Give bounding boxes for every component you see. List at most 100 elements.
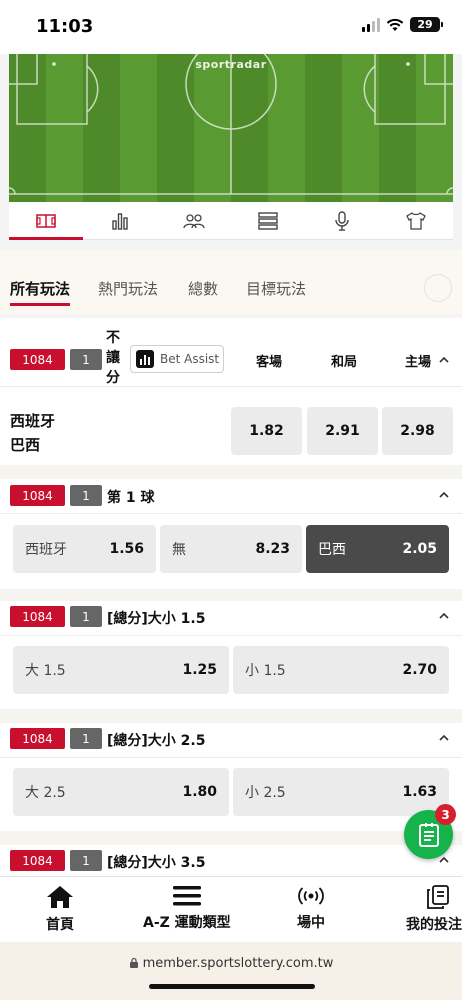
market-title: [總分]大小 1.5: [107, 611, 206, 627]
market-first-goal: 1084 1 第 1 球 西班牙 1.56 無 8.23 巴西 2.05: [0, 479, 462, 589]
chevron-up-icon[interactable]: [438, 489, 450, 501]
chevron-up-icon[interactable]: [438, 610, 450, 622]
option-label: 小 1.5: [245, 663, 286, 679]
market-title: [總分]大小 3.5: [107, 855, 206, 871]
bet-assist-button[interactable]: Bet Assist: [130, 345, 224, 373]
tab-list[interactable]: [231, 202, 305, 239]
market-category-tabs: 所有玩法 熱門玩法 總數 目標玩法: [0, 250, 462, 314]
tab-pitch[interactable]: [9, 202, 83, 240]
column-home: 主場: [405, 355, 432, 370]
browser-url-bar: member.sportslottery.com.tw: [0, 942, 462, 1000]
battery-indicator: 29: [410, 17, 443, 32]
bet-slip-icon: [418, 822, 439, 847]
odds-under-button[interactable]: 小 2.5 1.63: [233, 768, 449, 816]
odds-under-button[interactable]: 小 1.5 2.70: [233, 646, 449, 694]
tab-team[interactable]: [379, 202, 453, 239]
lineup-icon: [183, 213, 205, 228]
option-label: 無: [172, 542, 186, 558]
odds-value: 1.82: [249, 423, 284, 439]
tab-goal-markets[interactable]: 目標玩法: [246, 278, 306, 299]
brand-logo: sportradar: [195, 58, 267, 71]
pitch-lines: [9, 54, 453, 195]
divider: [0, 635, 462, 636]
more-tabs-button[interactable]: [424, 274, 452, 302]
bottom-navigation: 首頁 A-Z 運動類型 場中 我的投注: [0, 876, 462, 942]
option-odds: 2.70: [402, 662, 437, 678]
home-indicator[interactable]: [149, 984, 315, 989]
option-label: 小 2.5: [245, 785, 286, 801]
market-code-tag: 1084: [10, 850, 65, 871]
section-gap: [0, 465, 462, 479]
nav-live[interactable]: 場中: [297, 885, 325, 932]
odds-value: 2.98: [400, 423, 435, 439]
status-icons: 29: [362, 17, 443, 32]
market-number-tag: 1: [70, 850, 102, 871]
nav-sports-az-label: A-Z 運動類型: [143, 915, 231, 931]
nav-home[interactable]: 首頁: [46, 885, 74, 934]
market-number-tag: 1: [70, 485, 102, 506]
market-moneyline: 1084 1 不讓分 Bet Assist 客場 和局 主場 西班牙 巴西 1.…: [0, 318, 462, 465]
url-text: member.sportslottery.com.tw: [142, 956, 334, 971]
team-home-name: 西班牙: [10, 412, 56, 430]
odds-value: 2.91: [325, 423, 360, 439]
odds-over-button[interactable]: 大 1.5 1.25: [13, 646, 229, 694]
status-time: 11:03: [36, 16, 94, 37]
tab-lineup[interactable]: [157, 202, 231, 239]
bets-icon: [427, 885, 449, 909]
odds-option-button[interactable]: 西班牙 1.56: [13, 525, 156, 573]
nav-my-bets[interactable]: 我的投注: [406, 885, 462, 934]
option-odds: 1.63: [402, 784, 437, 800]
option-odds: 8.23: [255, 541, 290, 557]
odds-option-button[interactable]: 無 8.23: [160, 525, 302, 573]
nav-home-label: 首頁: [46, 917, 74, 933]
nav-live-label: 場中: [297, 915, 325, 931]
divider: [0, 386, 462, 387]
menu-icon: [172, 886, 201, 906]
option-label: 西班牙: [25, 542, 67, 558]
nav-sports-az[interactable]: A-Z 運動類型: [143, 885, 231, 932]
bar-chart-icon: [112, 212, 128, 230]
chevron-up-icon[interactable]: [438, 732, 450, 744]
tab-totals[interactable]: 總數: [188, 278, 218, 299]
bet-assist-label: Bet Assist: [160, 352, 220, 366]
market-title: [總分]大小 2.5: [107, 733, 206, 749]
market-code-tag: 1084: [10, 349, 65, 370]
tab-popular-markets[interactable]: 熱門玩法: [98, 278, 158, 299]
tab-all-markets[interactable]: 所有玩法: [10, 278, 71, 306]
odds-away-button[interactable]: 1.82: [231, 407, 302, 455]
tab-stats[interactable]: [83, 202, 157, 239]
bet-slip-count-badge: 3: [435, 804, 456, 825]
microphone-icon: [335, 210, 349, 231]
market-number-tag: 1: [70, 349, 102, 370]
option-odds: 2.05: [402, 541, 437, 557]
market-code-tag: 1084: [10, 485, 65, 506]
team-away-name: 巴西: [10, 436, 41, 454]
tab-commentary[interactable]: [305, 202, 379, 239]
market-title: 第 1 球: [107, 490, 155, 506]
market-number-tag: 1: [70, 728, 102, 749]
section-gap: [0, 709, 462, 723]
market-code-tag: 1084: [10, 606, 65, 627]
url-display[interactable]: member.sportslottery.com.tw: [0, 956, 462, 971]
odds-option-button-selected[interactable]: 巴西 2.05: [306, 525, 449, 573]
match-pitch: sportradar: [9, 54, 453, 202]
market-total-2-5: 1084 1 [總分]大小 2.5 大 2.5 1.80 小 2.5 1.63: [0, 723, 462, 831]
option-odds: 1.56: [109, 541, 144, 557]
section-gap: [0, 589, 462, 601]
status-bar: 11:03 29: [0, 0, 462, 54]
pitch-icon: [36, 213, 56, 228]
nav-my-bets-label: 我的投注: [406, 917, 462, 933]
column-away: 客場: [256, 355, 283, 370]
option-label: 大 2.5: [25, 785, 66, 801]
odds-home-button[interactable]: 2.98: [382, 407, 453, 455]
odds-over-button[interactable]: 大 2.5 1.80: [13, 768, 229, 816]
odds-draw-button[interactable]: 2.91: [307, 407, 378, 455]
market-number-tag: 1: [70, 606, 102, 627]
chevron-up-icon[interactable]: [438, 354, 450, 366]
lock-icon: [129, 957, 138, 968]
signal-icon: [362, 17, 380, 32]
divider: [0, 757, 462, 758]
option-label: 巴西: [318, 542, 346, 558]
market-title: 不讓分: [106, 330, 120, 386]
home-icon: [47, 886, 73, 908]
